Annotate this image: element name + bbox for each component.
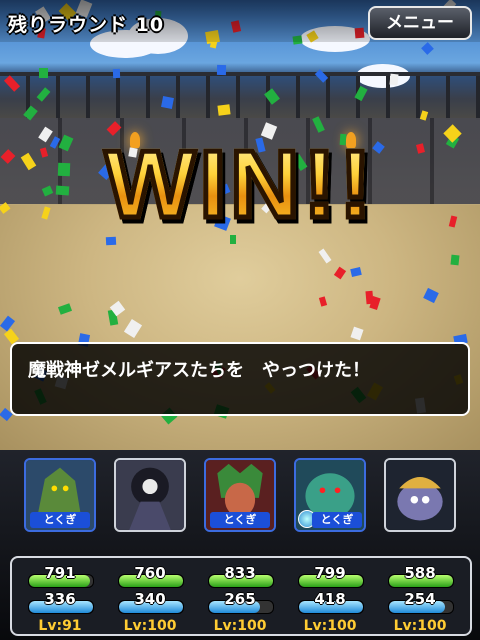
party-member-4-card[interactable]: とくぎ <box>294 458 366 532</box>
hp-value: 799 <box>314 564 346 582</box>
hp-value: 791 <box>44 564 76 582</box>
top-bar: 残りラウンド 10 メニュー <box>0 0 480 42</box>
party-portraits: とくぎ とくぎ とくぎ <box>0 458 480 534</box>
rounds-remaining-label: 残りラウンド 10 <box>8 14 165 36</box>
party-member-3-stats: 833 265 Lv:100 <box>204 562 276 634</box>
confetti-piece <box>161 96 174 109</box>
party-member-2-stats: 760 340 Lv:100 <box>114 562 186 634</box>
party-member-1-card[interactable]: とくぎ <box>24 458 96 532</box>
level-label: Lv:100 <box>393 618 447 634</box>
mp-value: 340 <box>134 590 166 608</box>
level-label: Lv:91 <box>38 618 82 634</box>
level-label: Lv:100 <box>213 618 267 634</box>
hp-value: 833 <box>224 564 256 582</box>
level-label: Lv:100 <box>303 618 357 634</box>
party-member-5-card[interactable] <box>384 458 456 532</box>
confetti-piece <box>421 42 434 55</box>
skill-tag: とくぎ <box>210 512 270 528</box>
battle-message-text: 魔戦神ゼメルギアスたちを やっつけた！ <box>28 360 370 381</box>
mp-value: 254 <box>404 590 436 608</box>
skill-tag: とくぎ <box>312 512 362 528</box>
mp-value: 336 <box>44 590 76 608</box>
slime-knight-monster-portrait <box>386 460 454 530</box>
battle-message-box[interactable]: 魔戦神ゼメルギアスたちを やっつけた！ <box>10 342 470 416</box>
party-member-5-stats: 588 254 Lv:100 <box>384 562 456 634</box>
confetti-piece <box>216 64 227 76</box>
confetti-piece <box>112 68 121 79</box>
confetti-piece <box>365 290 374 305</box>
confetti-piece <box>39 68 48 78</box>
party-stats-panel: 791 336 Lv:91 760 340 Lv:100 833 265 Lv:… <box>10 556 472 636</box>
mp-value: 265 <box>224 590 256 608</box>
win-banner: WIN!! <box>0 129 480 241</box>
party-member-2-card[interactable] <box>114 458 186 532</box>
level-label: Lv:100 <box>123 618 177 634</box>
skill-tag: とくぎ <box>30 512 90 528</box>
hp-value: 760 <box>134 564 166 582</box>
dark-wizard-monster-portrait <box>116 460 184 530</box>
menu-button[interactable]: メニュー <box>368 6 472 40</box>
arena-railing <box>0 72 480 120</box>
confetti-piece <box>389 73 399 86</box>
confetti-piece <box>217 104 231 116</box>
party-member-1-stats: 791 336 Lv:91 <box>24 562 96 634</box>
party-member-4-stats: 799 418 Lv:100 <box>294 562 366 634</box>
mp-value: 418 <box>314 590 346 608</box>
party-member-3-card[interactable]: とくぎ <box>204 458 276 532</box>
hp-value: 588 <box>404 564 436 582</box>
confetti-piece <box>450 254 460 266</box>
